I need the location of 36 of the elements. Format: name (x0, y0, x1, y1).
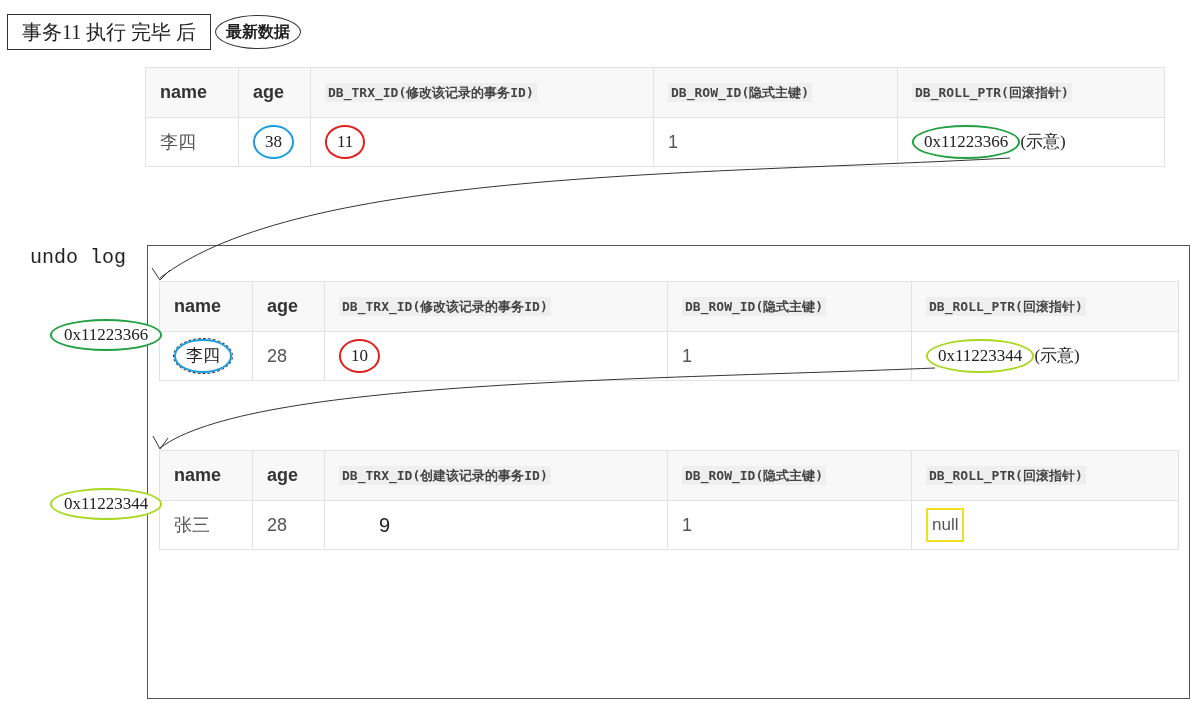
cell-text: 28 (267, 513, 288, 537)
column-header: name (174, 464, 222, 487)
column-header: DB_TRX_ID(创建该记录的事务ID) (339, 465, 551, 486)
cell-text: 9 (379, 513, 391, 538)
column-header: DB_ROLL_PTR(回滚指针) (912, 82, 1072, 103)
cell-text: 1 (682, 344, 692, 368)
column-header: DB_ROW_ID(隐式主键) (682, 465, 827, 486)
column-header: DB_ROLL_PTR(回滚指针) (926, 465, 1086, 486)
column-header: name (160, 81, 208, 104)
circled-value: 0x11223366 (912, 125, 1021, 159)
circled-value: 10 (339, 339, 380, 373)
cell-text: 1 (668, 130, 678, 154)
circled-value: 李四 (174, 339, 232, 373)
undo-log-label: undo log (30, 245, 126, 271)
address-oval: 0x11223366 (50, 319, 163, 351)
caption-box: 事务11 执行 完毕 后 (7, 14, 212, 50)
column-header: DB_ROW_ID(隐式主键) (682, 296, 827, 317)
cell-text: 1 (682, 513, 692, 537)
circled-value: 38 (253, 125, 294, 159)
column-header: age (253, 81, 285, 104)
address-oval: 0x11223344 (50, 488, 163, 520)
circled-value: 0x11223344 (926, 339, 1035, 373)
cell-text: 28 (267, 344, 288, 368)
cell-text: 李四 (160, 130, 196, 154)
note-text: (示意) (1034, 345, 1080, 368)
note-text: (示意) (1020, 131, 1066, 154)
column-header: age (267, 295, 299, 318)
column-header: name (174, 295, 222, 318)
column-header: age (267, 464, 299, 487)
boxed-value: null (926, 508, 965, 542)
column-header: DB_ROW_ID(隐式主键) (668, 82, 813, 103)
column-header: DB_TRX_ID(修改该记录的事务ID) (325, 82, 537, 103)
cell-text: 张三 (174, 513, 210, 537)
circled-value: 11 (325, 125, 366, 159)
column-header: DB_ROLL_PTR(回滚指针) (926, 296, 1086, 317)
column-header: DB_TRX_ID(修改该记录的事务ID) (339, 296, 551, 317)
